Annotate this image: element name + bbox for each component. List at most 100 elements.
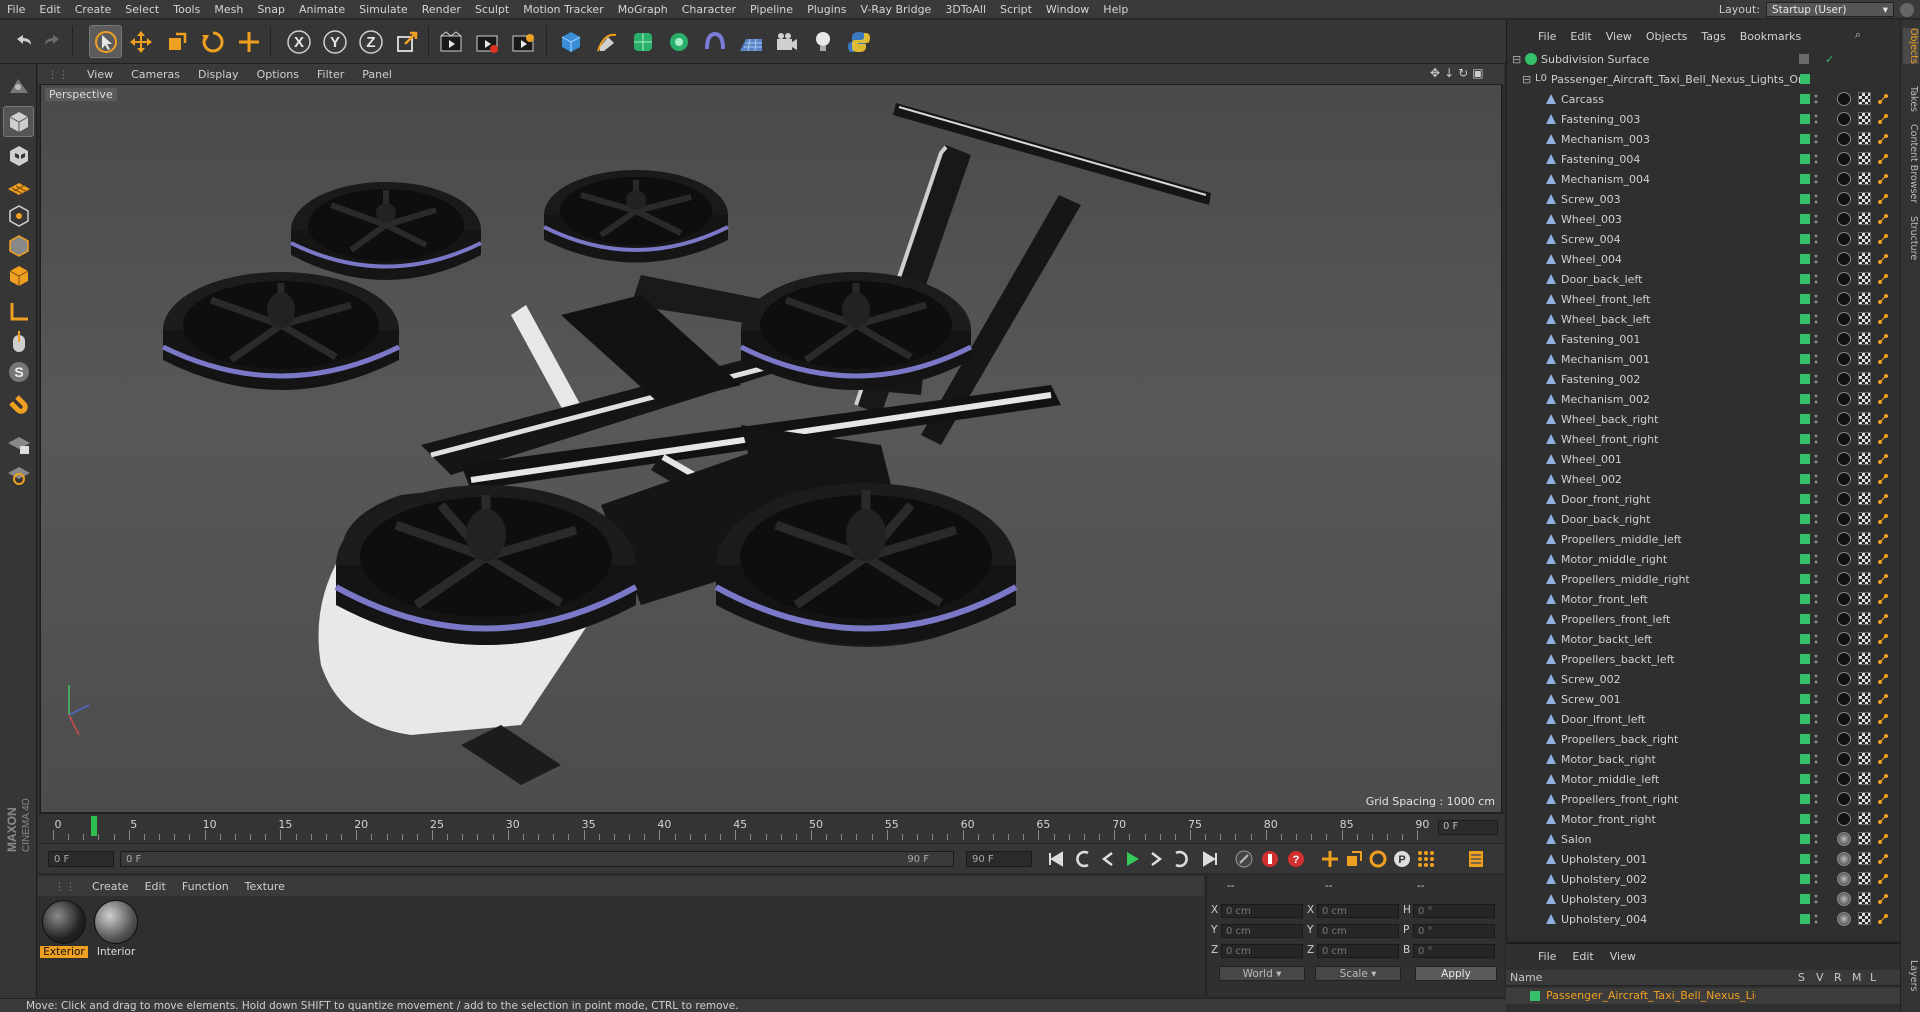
material-tag-icon[interactable] (1837, 732, 1851, 746)
object-row[interactable]: Propellers_back_right (1507, 729, 1901, 749)
layer-swatch[interactable] (1800, 674, 1810, 684)
phong-tag-icon[interactable] (1877, 853, 1889, 865)
object-row[interactable]: Fastening_004 (1507, 149, 1901, 169)
uvw-tag-icon[interactable] (1858, 912, 1871, 925)
visibility-dots[interactable] (1814, 633, 1818, 645)
uvw-tag-icon[interactable] (1858, 372, 1871, 385)
visibility-dots[interactable] (1814, 753, 1818, 765)
polygons-mode-icon[interactable] (3, 260, 34, 291)
material-tag-icon[interactable] (1837, 492, 1851, 506)
visibility-dots[interactable] (1814, 213, 1818, 225)
phong-tag-icon[interactable] (1877, 333, 1889, 345)
window-close-icon[interactable] (1900, 2, 1914, 17)
menu-edit[interactable]: Edit (32, 3, 67, 16)
visibility-dots[interactable] (1814, 533, 1818, 545)
viewport-menu-cameras[interactable]: Cameras (122, 68, 189, 81)
uvw-tag-icon[interactable] (1858, 812, 1871, 825)
edit-render-settings-icon[interactable] (506, 25, 539, 58)
material-tag-icon[interactable] (1837, 872, 1851, 886)
object-row[interactable]: Upholstery_003 (1507, 889, 1901, 909)
object-row[interactable]: Screw_004 (1507, 229, 1901, 249)
points-mode-icon[interactable] (3, 200, 34, 231)
visibility-dots[interactable] (1814, 553, 1818, 565)
material-menu-create[interactable]: Create (84, 880, 137, 893)
material-tag-icon[interactable] (1837, 512, 1851, 526)
workplane-planar-icon[interactable] (3, 458, 34, 489)
coord-value-field[interactable]: 0 cm (1317, 944, 1399, 958)
uvw-tag-icon[interactable] (1858, 552, 1871, 565)
menu-plugins[interactable]: Plugins (800, 3, 853, 16)
workplane-icon[interactable] (3, 170, 34, 201)
cloner-icon[interactable] (662, 25, 695, 58)
object-menu-bookmarks[interactable]: Bookmarks (1733, 30, 1808, 43)
uvw-tag-icon[interactable] (1858, 792, 1871, 805)
layer-swatch[interactable] (1800, 574, 1810, 584)
object-row-root[interactable]: ⊟ Subdivision Surface ✓ (1507, 49, 1901, 69)
tweak-mode-icon[interactable] (3, 326, 34, 357)
pen-icon[interactable] (590, 25, 623, 58)
object-row[interactable]: Wheel_back_right (1507, 409, 1901, 429)
phong-tag-icon[interactable] (1877, 893, 1889, 905)
visibility-dots[interactable] (1814, 273, 1818, 285)
layer-swatch[interactable] (1800, 274, 1810, 284)
phong-tag-icon[interactable] (1877, 273, 1889, 285)
layer-swatch[interactable] (1800, 494, 1810, 504)
uvw-tag-icon[interactable] (1858, 572, 1871, 585)
uvw-tag-icon[interactable] (1858, 712, 1871, 725)
object-row[interactable]: Door_back_left (1507, 269, 1901, 289)
material-tag-icon[interactable] (1837, 772, 1851, 786)
material-tag-icon[interactable] (1837, 652, 1851, 666)
material-tag-icon[interactable] (1837, 812, 1851, 826)
object-row[interactable]: Motor_middle_left (1507, 769, 1901, 789)
key-parameter-icon[interactable]: P (1390, 848, 1414, 870)
layer-swatch[interactable] (1800, 254, 1810, 264)
material-tag-icon[interactable] (1837, 312, 1851, 326)
object-row[interactable]: Upholstery_001 (1507, 849, 1901, 869)
uvw-tag-icon[interactable] (1858, 292, 1871, 305)
layer-swatch[interactable] (1800, 214, 1810, 224)
phong-tag-icon[interactable] (1877, 493, 1889, 505)
phong-tag-icon[interactable] (1877, 513, 1889, 525)
layer-swatch[interactable] (1800, 354, 1810, 364)
material-tag-icon[interactable] (1837, 152, 1851, 166)
object-row[interactable]: Mechanism_003 (1507, 129, 1901, 149)
material-tag-icon[interactable] (1837, 452, 1851, 466)
snapping-icon[interactable]: S (3, 356, 34, 387)
uvw-tag-icon[interactable] (1858, 152, 1871, 165)
phong-tag-icon[interactable] (1877, 393, 1889, 405)
layer-swatch[interactable] (1800, 334, 1810, 344)
object-row[interactable]: Propellers_middle_right (1507, 569, 1901, 589)
phong-tag-icon[interactable] (1877, 313, 1889, 325)
tab-layers[interactable]: Layers (1903, 960, 1919, 991)
visibility-dots[interactable] (1814, 573, 1818, 585)
coord-value-field[interactable]: 0 ° (1413, 944, 1495, 958)
material-tag-icon[interactable] (1837, 612, 1851, 626)
uvw-tag-icon[interactable] (1858, 212, 1871, 225)
material-tag-icon[interactable] (1837, 172, 1851, 186)
render-view-icon[interactable] (434, 25, 467, 58)
visibility-dots[interactable] (1814, 773, 1818, 785)
material-tag-icon[interactable] (1837, 372, 1851, 386)
visibility-dots[interactable] (1814, 473, 1818, 485)
material-tag-icon[interactable] (1837, 112, 1851, 126)
visibility-dots[interactable] (1814, 253, 1818, 265)
visibility-dots[interactable] (1814, 853, 1818, 865)
layer-swatch[interactable] (1800, 694, 1810, 704)
scale-icon[interactable] (160, 25, 193, 58)
material-tag-icon[interactable] (1837, 292, 1851, 306)
visibility-dots[interactable] (1814, 373, 1818, 385)
phong-tag-icon[interactable] (1877, 153, 1889, 165)
menu-mesh[interactable]: Mesh (207, 3, 250, 16)
uvw-tag-icon[interactable] (1858, 412, 1871, 425)
object-row[interactable]: Door_back_right (1507, 509, 1901, 529)
object-menu-file[interactable]: File (1531, 30, 1563, 43)
orbit-icon[interactable]: ↻ (1458, 66, 1468, 80)
visibility-dots[interactable] (1814, 693, 1818, 705)
material-tag-icon[interactable] (1837, 692, 1851, 706)
menu-select[interactable]: Select (118, 3, 166, 16)
uvw-tag-icon[interactable] (1858, 92, 1871, 105)
viewport-menu-options[interactable]: Options (248, 68, 308, 81)
uvw-tag-icon[interactable] (1858, 852, 1871, 865)
coords-scale-select[interactable]: Scale ▾ (1315, 966, 1401, 981)
material-exterior[interactable]: Exterior (40, 900, 88, 958)
